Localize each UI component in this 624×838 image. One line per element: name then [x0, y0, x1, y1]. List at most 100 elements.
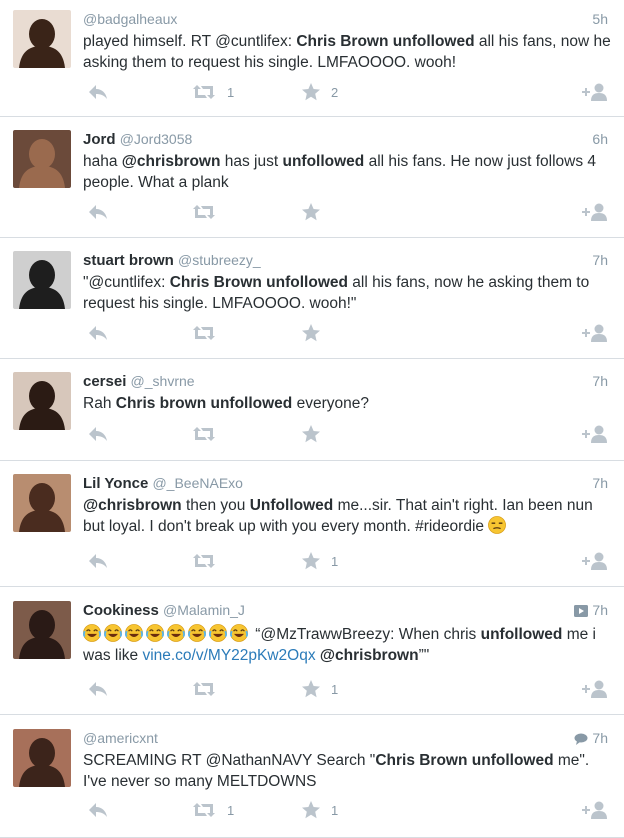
timestamp[interactable]: 7h — [574, 728, 608, 750]
reply-button[interactable] — [87, 322, 109, 344]
favorite-button[interactable] — [301, 322, 321, 344]
reply-button[interactable] — [87, 201, 109, 223]
retweet-button[interactable] — [191, 201, 217, 223]
tweet-actions: 11 — [83, 799, 608, 821]
tweet-text: Rah Chris brown unfollowed everyone? — [83, 395, 369, 412]
tweet-actions — [83, 201, 608, 223]
timestamp-text: 7h — [592, 602, 608, 618]
timestamp[interactable]: 7h — [574, 600, 608, 622]
avatar[interactable] — [13, 10, 71, 68]
star-icon — [301, 323, 321, 343]
timestamp-text: 7h — [592, 730, 608, 746]
user-handle[interactable]: @Jord3058 — [120, 131, 193, 147]
timestamp[interactable]: 7h — [592, 250, 608, 270]
follow-button[interactable] — [582, 322, 608, 344]
timestamp[interactable]: 5h — [592, 9, 608, 29]
retweet-count: 1 — [227, 84, 235, 100]
user-handle[interactable]: @_shvrne — [131, 373, 195, 389]
follow-user-icon — [582, 551, 608, 571]
follow-button[interactable] — [582, 423, 608, 445]
tweet-actions: 12 — [83, 81, 608, 103]
user-handle[interactable]: @Malamin_J — [163, 602, 245, 618]
media-icon — [574, 602, 589, 622]
follow-button[interactable] — [582, 81, 608, 103]
tweet[interactable]: stuart brown @stubreezy_ 7h "@cuntlifex: C… — [0, 238, 624, 359]
display-name[interactable]: Jord — [83, 131, 116, 148]
reply-icon — [87, 425, 109, 443]
retweet-button[interactable]: 1 — [191, 81, 234, 103]
user-handle[interactable]: @stubreezy_ — [178, 252, 261, 268]
tweet-text: SCREAMING RT @NathanNAVY Search "Chris B… — [83, 752, 590, 790]
retweet-button[interactable] — [191, 678, 217, 700]
joy-emoji — [230, 624, 251, 643]
avatar[interactable] — [13, 251, 71, 309]
retweet-button[interactable] — [191, 423, 217, 445]
tweet-text: @chrisbrown then you Unfollowed me...sir… — [83, 497, 593, 535]
reply-icon — [87, 203, 109, 221]
favorite-button[interactable]: 1 — [301, 799, 338, 821]
timestamp[interactable]: 7h — [592, 371, 608, 391]
reply-button[interactable] — [87, 423, 109, 445]
joy-emoji — [125, 624, 146, 643]
follow-user-icon — [582, 424, 608, 444]
follow-user-icon — [582, 323, 608, 343]
star-icon — [301, 679, 321, 699]
star-icon — [301, 551, 321, 571]
favorite-button[interactable] — [301, 423, 321, 445]
user-handle[interactable]: @americxnt — [83, 730, 158, 746]
display-name[interactable]: cersei — [83, 373, 126, 390]
reply-button[interactable] — [87, 81, 109, 103]
joy-emoji — [104, 624, 125, 643]
star-icon — [301, 202, 321, 222]
follow-user-icon — [582, 82, 608, 102]
tweet[interactable]: cersei @_shvrne 7h Rah Chris brown unfollo… — [0, 359, 624, 461]
tweet[interactable]: Jord @Jord3058 6h haha @chrisbrown has jus… — [0, 117, 624, 238]
follow-button[interactable] — [582, 201, 608, 223]
display-name[interactable]: Cookiness — [83, 602, 159, 619]
follow-button[interactable] — [582, 550, 608, 572]
avatar[interactable] — [13, 474, 71, 532]
retweet-icon — [191, 203, 217, 221]
tweet[interactable]: @americxnt 7h SCREAMING RT @NathanNAVY Sea… — [0, 715, 624, 838]
favorite-button[interactable]: 2 — [301, 81, 338, 103]
reply-button[interactable] — [87, 799, 109, 821]
retweet-button[interactable] — [191, 322, 217, 344]
tweet[interactable]: Cookiness @Malamin_J 7h “@MzTrawwBreezy: … — [0, 587, 624, 715]
tweet-text: played himself. RT @cuntlifex: Chris Bro… — [83, 33, 611, 71]
follow-button[interactable] — [582, 678, 608, 700]
follow-button[interactable] — [582, 799, 608, 821]
favorite-count: 2 — [331, 84, 339, 100]
timestamp-text: 5h — [592, 11, 608, 27]
reply-icon — [87, 552, 109, 570]
reply-button[interactable] — [87, 678, 109, 700]
favorite-button[interactable]: 1 — [301, 550, 338, 572]
avatar[interactable] — [13, 729, 71, 787]
retweet-button[interactable]: 1 — [191, 799, 234, 821]
user-handle[interactable]: @badgalheaux — [83, 11, 177, 27]
star-icon — [301, 424, 321, 444]
favorite-button[interactable] — [301, 201, 321, 223]
reply-button[interactable] — [87, 550, 109, 572]
avatar[interactable] — [13, 372, 71, 430]
follow-user-icon — [582, 800, 608, 820]
timestamp-text: 7h — [592, 252, 608, 268]
retweet-button[interactable] — [191, 550, 217, 572]
tweet-actions: 1 — [83, 678, 608, 700]
tweet[interactable]: Lil Yonce @_BeeNAExo 7h @chrisbrown then y… — [0, 461, 624, 587]
favorite-button[interactable]: 1 — [301, 678, 338, 700]
display-name[interactable]: Lil Yonce — [83, 475, 148, 492]
timestamp[interactable]: 7h — [592, 473, 608, 493]
tweet-actions: 1 — [83, 550, 608, 572]
display-name[interactable]: stuart brown — [83, 252, 174, 269]
follow-user-icon — [582, 679, 608, 699]
timestamp-text: 6h — [592, 131, 608, 147]
joy-emoji — [209, 624, 230, 643]
timestamp-text: 7h — [592, 373, 608, 389]
timestamp[interactable]: 6h — [592, 129, 608, 149]
tweet-feed: @badgalheaux 5h played himself. RT @cuntli… — [0, 0, 624, 838]
avatar[interactable] — [13, 130, 71, 188]
avatar[interactable] — [13, 601, 71, 659]
user-handle[interactable]: @_BeeNAExo — [152, 475, 242, 491]
tweet[interactable]: @badgalheaux 5h played himself. RT @cuntli… — [0, 0, 624, 117]
reply-icon — [87, 801, 109, 819]
